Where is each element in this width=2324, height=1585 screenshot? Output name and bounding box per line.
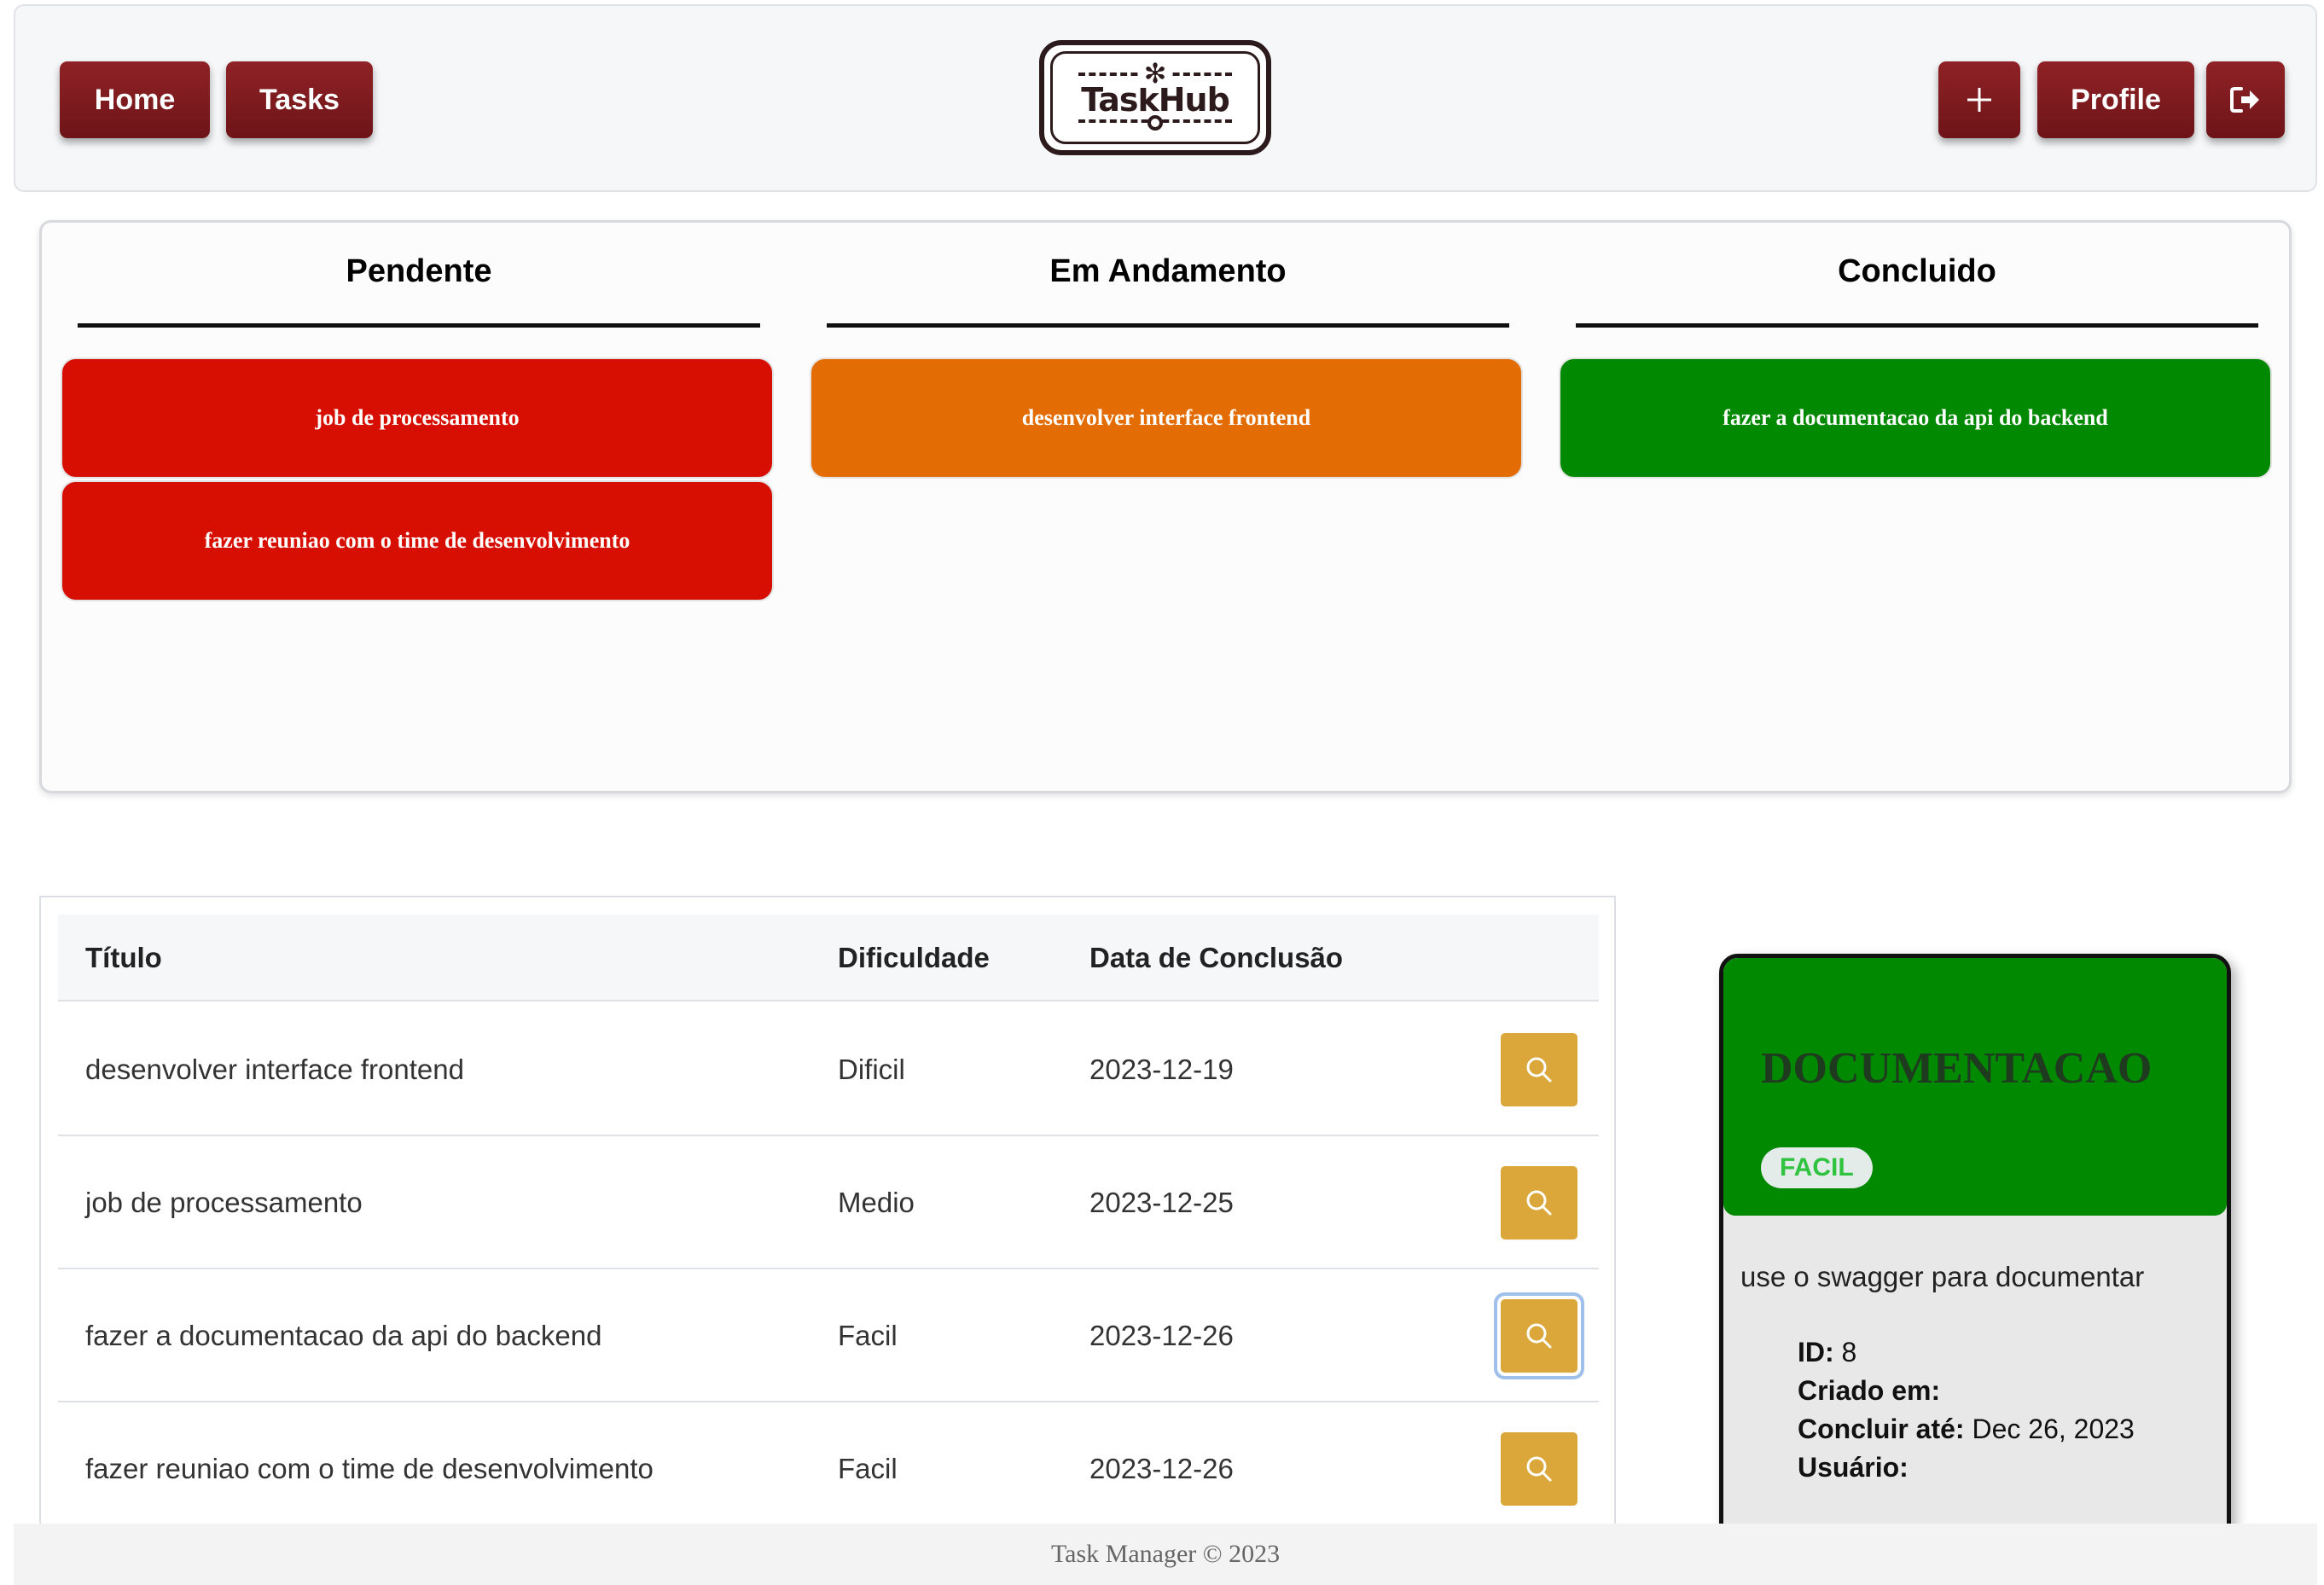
detail-description: use o swagger para documentar [1740,1261,2145,1292]
task-card[interactable]: fazer a documentacao da api do backend [1559,357,2272,479]
cell-titulo: desenvolver interface frontend [85,1054,464,1085]
table-header: Título Dificuldade Data de Conclusão [58,914,1599,1002]
column-divider [827,323,1509,328]
navbar: Home Tasks ✻ TaskHub Profile [14,4,2317,192]
logout-button[interactable] [2206,61,2285,138]
view-task-button[interactable] [1501,1432,1577,1506]
cell-dificuldade: Medio [838,1187,915,1218]
cell-dificuldade: Dificil [838,1054,905,1085]
column-title-pendente: Pendente [346,253,492,289]
detail-title: DOCUMENTACAO [1761,1044,2153,1093]
cell-titulo: job de processamento [85,1187,363,1218]
view-task-button[interactable] [1501,1033,1577,1106]
detail-id: ID: 8 [1798,1337,1857,1367]
task-card[interactable]: fazer reuniao com o time de desenvolvime… [61,480,774,601]
cell-data: 2023-12-19 [1089,1054,1234,1085]
cell-titulo: fazer a documentacao da api do backend [85,1320,602,1351]
table-row: fazer a documentacao da api do backend F… [58,1269,1599,1402]
taskhub-logo[interactable]: ✻ TaskHub [1039,40,1271,155]
task-detail-card: DOCUMENTACAO FACIL use o swagger para do… [1719,954,2231,1585]
column-title-concluido: Concluido [1838,253,1996,289]
column-header-data: Data de Conclusão [1089,942,1344,973]
search-icon [1526,1190,1552,1216]
table-row: fazer reuniao com o time de desenvolvime… [58,1402,1599,1536]
detail-header: DOCUMENTACAO FACIL [1723,958,2227,1216]
search-icon [1526,1057,1552,1083]
kanban-board: Pendente Em Andamento Concluido job de p… [39,220,2292,793]
cell-dificuldade: Facil [838,1320,898,1351]
detail-user: Usuário: [1798,1452,1909,1483]
detail-due: Concluir até: Dec 26, 2023 [1798,1414,2135,1444]
view-task-button[interactable] [1501,1299,1577,1373]
sparkle-icon: ✻ [1138,59,1172,88]
footer: Task Manager © 2023 [14,1524,2317,1585]
home-button[interactable]: Home [60,61,210,138]
detail-created: Criado em: [1798,1375,1941,1406]
task-card[interactable]: job de processamento [61,357,774,479]
task-card[interactable]: desenvolver interface frontend [810,357,1523,479]
cell-dificuldade: Facil [838,1453,898,1484]
column-divider [78,323,760,328]
column-divider [1576,323,2258,328]
view-task-button[interactable] [1501,1166,1577,1240]
difficulty-badge: FACIL [1761,1147,1873,1188]
tasks-button[interactable]: Tasks [226,61,373,138]
plus-icon [1967,88,1991,112]
cell-data: 2023-12-26 [1089,1320,1234,1351]
cell-titulo: fazer reuniao com o time de desenvolvime… [85,1453,654,1484]
cell-data: 2023-12-25 [1089,1187,1234,1218]
table-row: job de processamento Medio 2023-12-25 [58,1136,1599,1269]
detail-meta: ID: 8 Criado em: Concluir até: Dec 26, 2… [1798,1333,2135,1487]
pin-icon [1147,115,1163,131]
task-table: Título Dificuldade Data de Conclusão des… [39,896,1616,1585]
column-header-titulo: Título [85,942,162,973]
column-header-dificuldade: Dificuldade [838,942,990,973]
profile-button[interactable]: Profile [2037,61,2194,138]
column-title-em-andamento: Em Andamento [1049,253,1287,289]
search-icon [1526,1323,1552,1349]
table-row: desenvolver interface frontend Dificil 2… [58,1003,1599,1136]
add-task-button[interactable] [1938,61,2020,138]
search-icon [1526,1456,1552,1482]
cell-data: 2023-12-26 [1089,1453,1234,1484]
sign-out-icon [2230,87,2259,113]
